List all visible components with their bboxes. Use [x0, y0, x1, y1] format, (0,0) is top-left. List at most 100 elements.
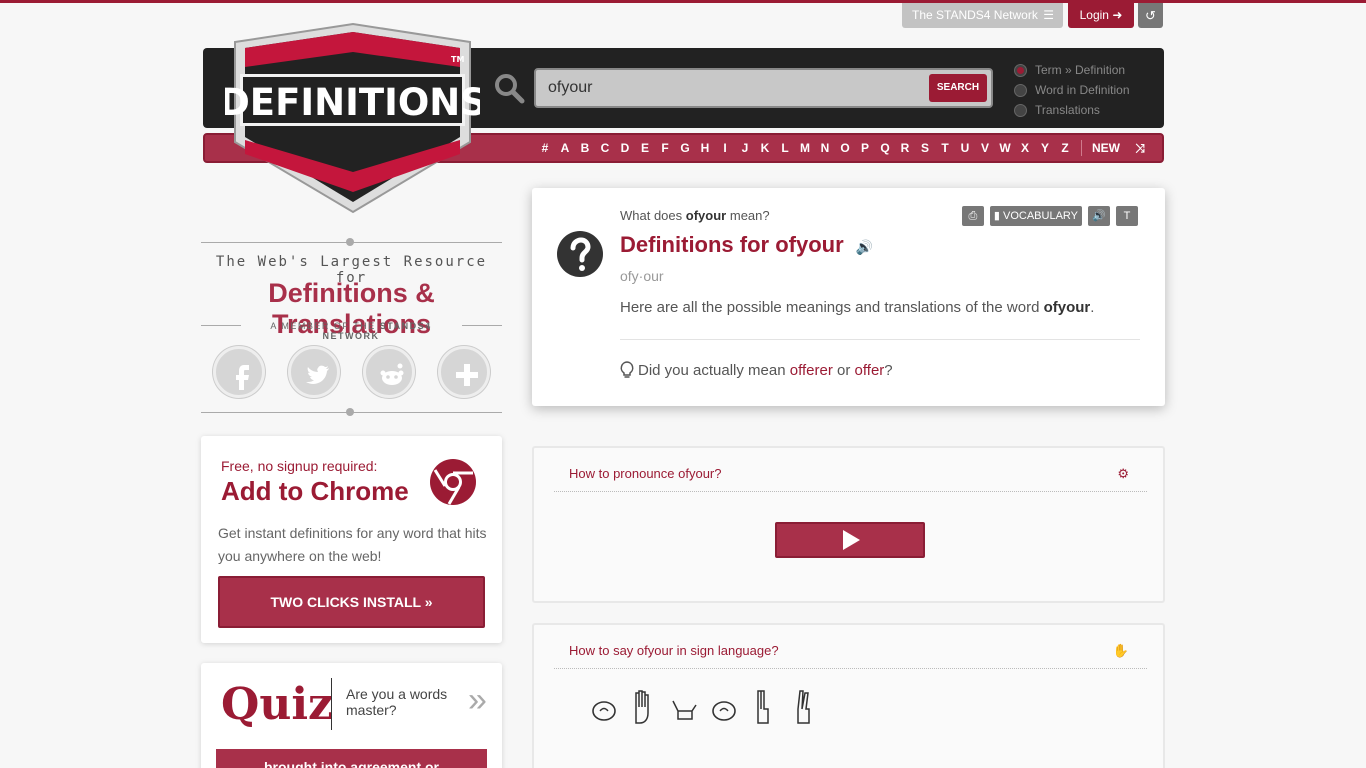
question-word: ofyour — [685, 208, 727, 223]
search-icon[interactable] — [493, 72, 525, 104]
suggestion-link[interactable]: offerer — [790, 362, 833, 379]
sign-hand-icon: ✋ — [1112, 643, 1129, 658]
network-label: The STANDS4 Network — [912, 8, 1038, 22]
desc-prefix: Here are all the possible meanings and t… — [620, 299, 1040, 316]
definition-title-text: Definitions for ofyour — [620, 232, 844, 257]
chrome-free-label: Free, no signup required: — [221, 458, 378, 474]
sign-letter-f-icon — [635, 690, 649, 724]
divider — [462, 325, 502, 326]
option-label: Translations — [1035, 103, 1100, 117]
definition-tools: ⎙ ▮ VOCABULARY 🔊 T — [961, 206, 1138, 226]
facebook-button[interactable] — [213, 346, 265, 398]
pronounce-panel: How to pronounce ofyour? ⚙ — [532, 446, 1165, 603]
quiz-answer-button[interactable]: brought into agreement or — [216, 749, 487, 768]
speak-button[interactable]: 🔊 — [1088, 206, 1110, 226]
alphabet-letter-link[interactable]: Z — [1055, 141, 1075, 155]
print-button[interactable]: ⎙ — [961, 206, 984, 226]
divider — [1081, 140, 1082, 156]
settings-gear-icon[interactable]: ⚙ — [1117, 466, 1129, 482]
login-label: Login — [1079, 8, 1109, 22]
alphabet-letter-link[interactable]: Q — [875, 141, 895, 155]
chrome-icon — [430, 459, 476, 505]
bookmark-icon: ▮ — [993, 210, 1000, 222]
alphabet-letter-link[interactable]: N — [815, 141, 835, 155]
alphabet-letter-link[interactable]: C — [595, 141, 615, 155]
definition-question: What does ofyour mean? — [620, 208, 770, 223]
alphabet-letter-link[interactable]: J — [735, 141, 755, 155]
alphabet-letter-link[interactable]: L — [775, 141, 795, 155]
alphabet-letter-link[interactable]: K — [755, 141, 775, 155]
definitions-logo[interactable]: DEFINITIONS TM — [225, 22, 480, 214]
did-you-mean-prefix: Did you actually mean — [638, 361, 786, 379]
speaker-icon: 🔊 — [1092, 210, 1106, 222]
suggestion-link[interactable]: offer — [855, 362, 885, 379]
search-mode-options: Term » Definition Word in Definition Tra… — [1014, 60, 1164, 120]
shuffle-icon[interactable]: ⤨ — [1130, 141, 1150, 156]
sign-language-panel: How to say ofyour in sign language? ✋ — [532, 623, 1165, 768]
alphabet-letter-link[interactable]: O — [835, 141, 855, 155]
sign-letter-r-icon — [797, 690, 810, 724]
install-button[interactable]: TWO CLICKS INSTALL » — [218, 576, 485, 628]
history-button[interactable]: ↺ — [1138, 3, 1163, 28]
option-term-definition[interactable]: Term » Definition — [1014, 60, 1164, 80]
quiz-card: Quiz Are you a words master? » brought i… — [201, 663, 502, 768]
share-plus-button[interactable] — [438, 346, 490, 398]
new-words-link[interactable]: NEW — [1092, 141, 1120, 155]
alphabet-letter-link[interactable]: E — [635, 141, 655, 155]
reddit-icon — [380, 363, 404, 385]
divider — [201, 325, 241, 326]
text-size-button[interactable]: T — [1116, 206, 1138, 226]
option-word-in-definition[interactable]: Word in Definition — [1014, 80, 1164, 100]
alphabet-letter-link[interactable]: I — [715, 141, 735, 155]
chrome-description: Get instant definitions for any word tha… — [218, 525, 487, 564]
sign-letter-o-icon — [592, 701, 616, 721]
stands4-network-button[interactable]: The STANDS4 Network ☰ — [902, 3, 1063, 28]
alphabet-letter-link[interactable]: X — [1015, 141, 1035, 155]
question-prefix: What does — [620, 208, 683, 223]
alphabet-letter-link[interactable]: F — [655, 141, 675, 155]
search-input[interactable] — [548, 76, 928, 100]
alphabet-letter-link[interactable]: D — [615, 141, 635, 155]
speaker-icon[interactable]: 🔊 — [856, 239, 873, 256]
alphabet-letter-link[interactable]: T — [935, 141, 955, 155]
alphabet-letter-link[interactable]: W — [995, 141, 1015, 155]
menu-icon: ☰ — [1043, 8, 1054, 22]
sign-glyphs — [590, 689, 818, 725]
alphabet-letter-link[interactable]: V — [975, 141, 995, 155]
option-label: Word in Definition — [1035, 83, 1130, 97]
alphabet-letter-link[interactable]: A — [555, 141, 575, 155]
play-icon — [843, 530, 860, 550]
alphabet-letter-link[interactable]: H — [695, 141, 715, 155]
twitter-button[interactable] — [288, 346, 340, 398]
or-text: or — [837, 361, 851, 379]
search-button[interactable]: SEARCH — [929, 74, 987, 102]
alphabet-letter-link[interactable]: Y — [1035, 141, 1055, 155]
play-pronunciation-button[interactable] — [775, 522, 925, 558]
reddit-button[interactable] — [363, 346, 415, 398]
divider — [620, 339, 1140, 340]
alphabet-letter-link[interactable]: P — [855, 141, 875, 155]
login-button[interactable]: Login ➜ — [1068, 3, 1134, 28]
question-suffix: mean? — [729, 208, 770, 223]
alphabet-letter-link[interactable]: G — [675, 141, 695, 155]
radio-icon — [1014, 83, 1027, 97]
chrome-title: Add to Chrome — [221, 476, 409, 506]
alphabet-letter-link[interactable]: B — [575, 141, 595, 155]
divider — [554, 491, 1147, 492]
alphabet-letter-link[interactable]: M — [795, 141, 815, 155]
alphabet-letter-link[interactable]: R — [895, 141, 915, 155]
quiz-title: Quiz — [221, 679, 334, 730]
add-to-chrome-card: Free, no signup required: Add to Chrome … — [201, 436, 502, 643]
vocabulary-button[interactable]: ▮ VOCABULARY — [989, 206, 1082, 226]
desc-suffix: . — [1090, 299, 1095, 316]
option-translations[interactable]: Translations — [1014, 100, 1164, 120]
quiz-next-button[interactable]: » — [468, 681, 487, 720]
alphabet-letter-link[interactable]: # — [535, 141, 555, 155]
divider — [201, 238, 502, 246]
did-you-mean: Did you actually mean offerer or offer? — [620, 361, 893, 379]
alphabet-letter-link[interactable]: S — [915, 141, 935, 155]
alphabet-list: # A B C D E F G H I J K L M N O P Q R S T U V W X Y Z NEW ⤨ — [535, 135, 1150, 161]
alphabet-letter-link[interactable]: U — [955, 141, 975, 155]
lightbulb-icon — [620, 361, 634, 378]
sign-language-title: How to say ofyour in sign language? — [569, 643, 779, 658]
